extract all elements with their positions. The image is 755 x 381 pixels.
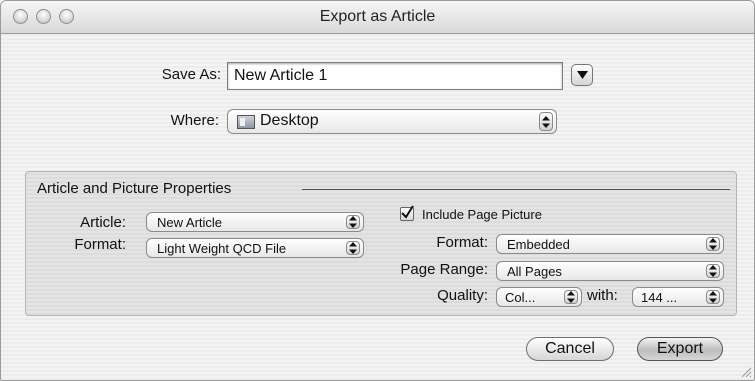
page-range-popup[interactable]: All Pages	[496, 261, 724, 281]
save-as-label: Save As:	[161, 66, 221, 83]
with-label: with:	[587, 287, 618, 304]
format-value: Light Weight QCD File	[157, 241, 287, 256]
updown-arrows-icon	[349, 242, 357, 254]
picture-format-value: Embedded	[507, 237, 570, 252]
where-popup[interactable]: Desktop	[227, 109, 557, 134]
popup-arrows	[346, 241, 360, 255]
cancel-button[interactable]: Cancel	[526, 337, 614, 361]
format-label: Format:	[74, 236, 126, 253]
quality-popup[interactable]: Col...	[496, 287, 582, 307]
title-bar[interactable]: Export as Article	[1, 1, 754, 34]
export-button[interactable]: Export	[637, 337, 723, 361]
quality-label: Quality:	[437, 287, 488, 304]
updown-arrows-icon	[542, 115, 550, 128]
where-value: Desktop	[260, 112, 319, 129]
export-dialog-window: Export as Article Save As: New Article 1…	[0, 0, 755, 381]
updown-arrows-icon	[709, 238, 717, 250]
article-label: Article:	[80, 214, 126, 231]
quality-value: Col...	[505, 290, 536, 305]
article-picture-properties-group: Article and Picture Properties Article: …	[25, 171, 737, 316]
include-page-picture-label[interactable]: Include Page Picture	[422, 207, 542, 222]
checkmark-icon	[401, 205, 414, 219]
updown-arrows-icon	[567, 291, 575, 303]
format-popup[interactable]: Light Weight QCD File	[146, 238, 364, 258]
group-title: Article and Picture Properties	[37, 180, 232, 197]
group-title-rule	[302, 189, 730, 190]
popup-arrows	[346, 215, 360, 229]
popup-arrows	[539, 112, 553, 131]
popup-arrows	[706, 264, 720, 278]
popup-arrows	[706, 290, 720, 304]
include-page-picture-checkbox[interactable]	[400, 205, 414, 221]
resolution-value: 144 ...	[641, 290, 678, 305]
updown-arrows-icon	[709, 265, 717, 277]
updown-arrows-icon	[349, 216, 357, 228]
save-as-input[interactable]: New Article 1	[227, 62, 563, 90]
triangle-down-icon	[577, 71, 588, 79]
where-label: Where:	[170, 112, 219, 129]
page-range-label: Page Range:	[400, 261, 488, 278]
page-range-value: All Pages	[507, 264, 562, 279]
expand-save-dialog-button[interactable]	[571, 64, 593, 86]
resize-grip-icon[interactable]	[740, 366, 752, 378]
desktop-folder-icon	[237, 115, 255, 129]
popup-arrows	[564, 290, 578, 304]
article-value: New Article	[157, 215, 223, 230]
picture-format-label: Format:	[436, 234, 488, 251]
window-title: Export as Article	[319, 8, 436, 25]
popup-arrows	[706, 237, 720, 251]
resolution-popup[interactable]: 144 ...	[632, 287, 724, 307]
picture-format-popup[interactable]: Embedded	[496, 234, 724, 254]
article-popup[interactable]: New Article	[146, 212, 364, 232]
updown-arrows-icon	[709, 291, 717, 303]
